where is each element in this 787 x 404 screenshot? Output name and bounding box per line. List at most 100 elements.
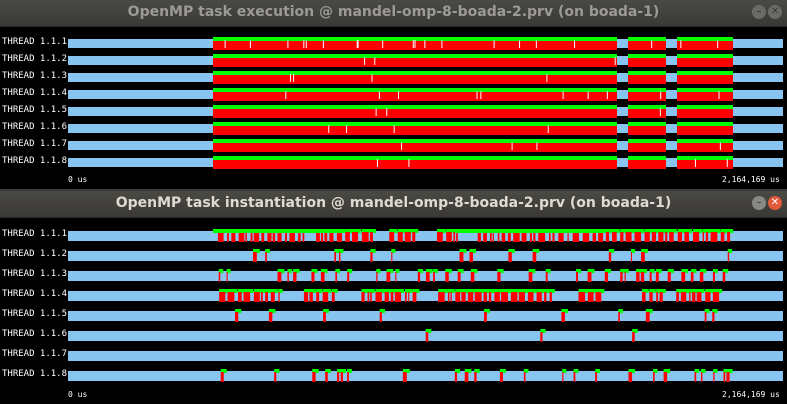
instantiation-segment bbox=[545, 272, 548, 282]
instantiation-segment bbox=[450, 292, 452, 302]
instantiation-segment bbox=[379, 312, 382, 322]
instantiation-segment bbox=[649, 292, 653, 302]
instantiation-segment bbox=[691, 292, 696, 302]
instantiation-segment bbox=[340, 372, 344, 382]
instantiation-segment bbox=[417, 272, 421, 282]
instantiation-segment bbox=[656, 292, 659, 302]
event-tick bbox=[606, 91, 608, 99]
instantiation-segment bbox=[253, 292, 260, 302]
instantiation-segment bbox=[723, 372, 726, 382]
instantiation-segment bbox=[402, 372, 407, 382]
instantiation-segment bbox=[477, 232, 481, 242]
instantiation-segment bbox=[655, 272, 659, 282]
instantiation-segment bbox=[681, 272, 686, 282]
event-tick bbox=[249, 40, 251, 48]
instantiation-segment bbox=[265, 252, 267, 262]
event-tick bbox=[412, 40, 414, 48]
instantiation-segment bbox=[404, 292, 407, 302]
event-tick bbox=[374, 57, 376, 65]
instantiation-segment bbox=[604, 272, 608, 282]
execution-window-title: OpenMP task execution @ mandel-omp-8-boa… bbox=[127, 4, 660, 20]
execution-titlebar[interactable]: OpenMP task execution @ mandel-omp-8-boa… bbox=[0, 0, 787, 27]
instantiation-segment bbox=[220, 372, 224, 382]
instantiation-flag bbox=[213, 229, 343, 233]
instantiation-segment bbox=[324, 232, 328, 242]
instantiation-segment bbox=[572, 232, 579, 242]
instantiation-segment bbox=[561, 312, 565, 322]
close-icon[interactable]: ✕ bbox=[768, 5, 782, 19]
instantiation-segment bbox=[459, 252, 464, 262]
instantiation-segment bbox=[293, 272, 297, 282]
instantiation-segment bbox=[425, 272, 430, 282]
instantiation-segment bbox=[454, 372, 458, 382]
instantiation-segment bbox=[369, 232, 373, 242]
instantiation-segment bbox=[532, 252, 537, 262]
instantiation-timeline[interactable] bbox=[0, 218, 787, 404]
idle-state-bar bbox=[68, 311, 783, 321]
instantiation-segment bbox=[527, 292, 534, 302]
close-icon[interactable]: ✕ bbox=[768, 196, 782, 210]
instantiation-segment bbox=[320, 272, 325, 282]
instantiation-segment bbox=[595, 292, 602, 302]
instantiation-segment bbox=[658, 232, 664, 242]
instantiation-segment bbox=[653, 372, 655, 382]
event-tick bbox=[651, 40, 653, 48]
instantiation-segment bbox=[598, 232, 604, 242]
instantiation-segment bbox=[483, 292, 488, 302]
event-tick bbox=[574, 40, 576, 48]
instantiation-segment bbox=[445, 272, 449, 282]
task-running-segment bbox=[213, 126, 617, 135]
instantiation-segment bbox=[592, 232, 596, 242]
task-running-segment bbox=[628, 58, 666, 67]
instantiation-segment bbox=[649, 272, 652, 282]
instantiation-segment bbox=[659, 292, 663, 302]
instantiation-segment bbox=[692, 232, 700, 242]
instantiation-segment bbox=[540, 332, 543, 342]
instantiation-segment bbox=[497, 232, 500, 242]
minimize-icon[interactable]: – bbox=[752, 5, 766, 19]
instantiation-segment bbox=[412, 232, 416, 242]
instantiation-segment bbox=[260, 292, 263, 302]
event-tick bbox=[293, 74, 295, 82]
instantiation-segment bbox=[704, 312, 707, 322]
event-tick bbox=[408, 159, 410, 167]
instantiation-segment bbox=[507, 232, 511, 242]
event-tick bbox=[546, 74, 548, 82]
task-running-segment bbox=[628, 41, 666, 50]
instantiation-segment bbox=[680, 292, 687, 302]
execution-timeline[interactable] bbox=[0, 27, 787, 189]
task-running-segment bbox=[213, 75, 617, 84]
instantiation-segment bbox=[395, 272, 397, 282]
instantiation-window: OpenMP task instantiation @ mandel-omp-8… bbox=[0, 191, 787, 404]
instantiation-segment bbox=[620, 272, 623, 282]
instantiation-timeline-panel[interactable]: THREAD 1.1.1 THREAD 1.1.2 THREAD 1.1.3 T… bbox=[0, 218, 787, 404]
task-running-segment bbox=[628, 75, 666, 84]
event-tick bbox=[386, 108, 388, 116]
instantiation-segment bbox=[433, 272, 435, 282]
instantiation-segment bbox=[634, 232, 642, 242]
instantiation-titlebar[interactable]: OpenMP task instantiation @ mandel-omp-8… bbox=[0, 191, 787, 218]
instantiation-segment bbox=[665, 232, 668, 242]
instantiation-segment bbox=[302, 232, 305, 242]
execution-timeline-panel[interactable]: THREAD 1.1.1 THREAD 1.1.2 THREAD 1.1.3 T… bbox=[0, 27, 787, 189]
task-running-segment bbox=[677, 126, 733, 135]
instantiation-segment bbox=[412, 292, 417, 302]
instantiation-segment bbox=[370, 252, 373, 262]
instantiation-segment bbox=[238, 292, 242, 302]
instantiation-segment bbox=[303, 292, 309, 302]
instantiation-segment bbox=[549, 292, 552, 302]
instantiation-segment bbox=[544, 292, 547, 302]
instantiation-segment bbox=[329, 232, 334, 242]
instantiation-segment bbox=[499, 372, 503, 382]
instantiation-segment bbox=[667, 272, 671, 282]
task-running-segment bbox=[677, 41, 733, 50]
instantiation-segment bbox=[250, 232, 253, 242]
instantiation-segment bbox=[436, 232, 443, 242]
instantiation-segment bbox=[320, 232, 324, 242]
instantiation-segment bbox=[501, 232, 506, 242]
event-tick bbox=[371, 74, 373, 82]
minimize-icon[interactable]: – bbox=[752, 196, 766, 210]
instantiation-segment bbox=[727, 252, 730, 262]
instantiation-segment bbox=[523, 372, 526, 382]
instantiation-segment bbox=[618, 312, 620, 322]
